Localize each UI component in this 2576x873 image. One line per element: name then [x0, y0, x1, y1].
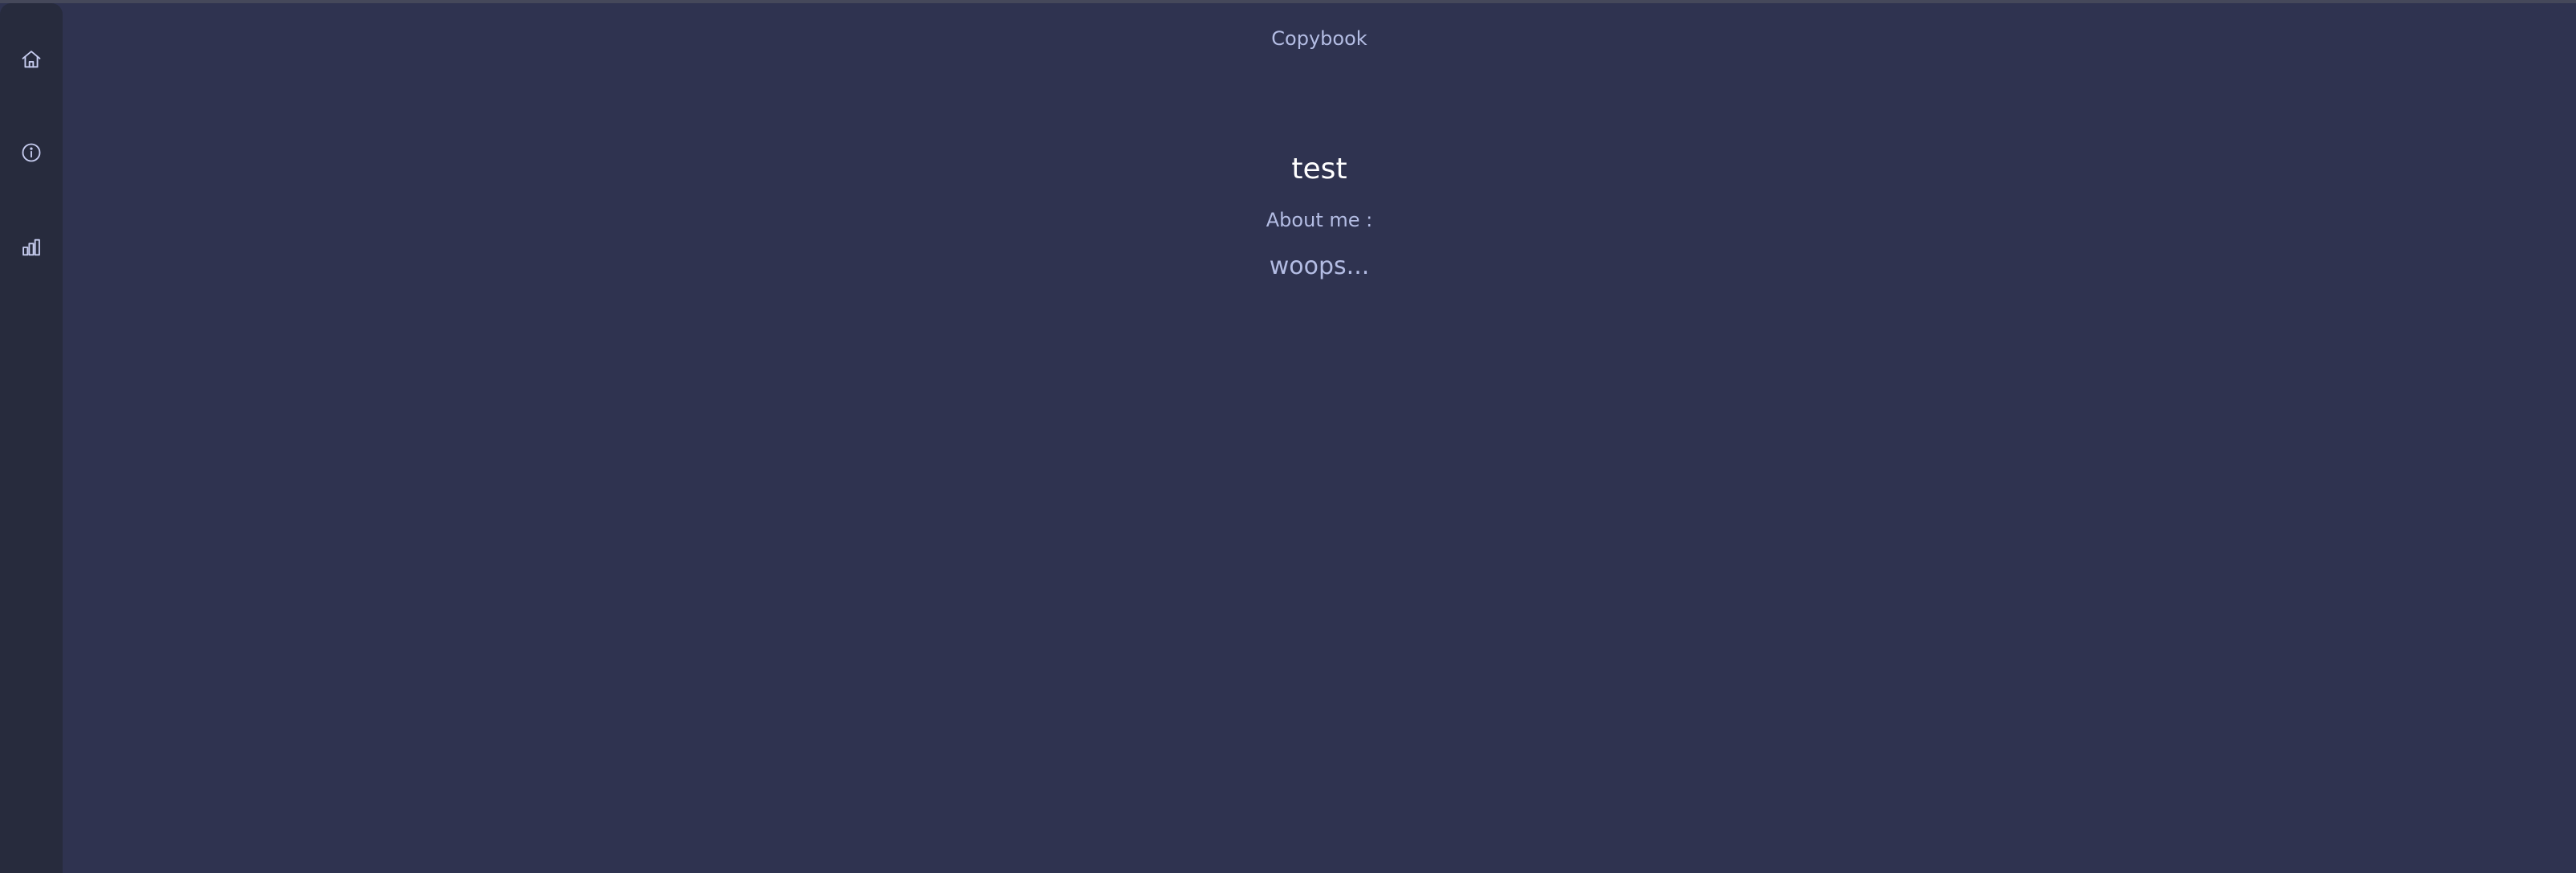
bar-chart-icon: [20, 236, 43, 262]
main-content: Copybook test About me : woops...: [63, 3, 2576, 873]
sidebar-item-home[interactable]: [15, 45, 47, 77]
about-me-label: About me :: [1266, 209, 1373, 231]
sidebar-item-stats[interactable]: [15, 233, 47, 265]
about-me-text: woops...: [1269, 252, 1370, 280]
app-title: Copybook: [1271, 27, 1367, 50]
info-icon: [20, 141, 43, 167]
home-icon: [20, 48, 43, 74]
sidebar-item-info[interactable]: [15, 138, 47, 170]
sidebar: [0, 3, 63, 873]
profile-username: test: [1291, 153, 1347, 186]
